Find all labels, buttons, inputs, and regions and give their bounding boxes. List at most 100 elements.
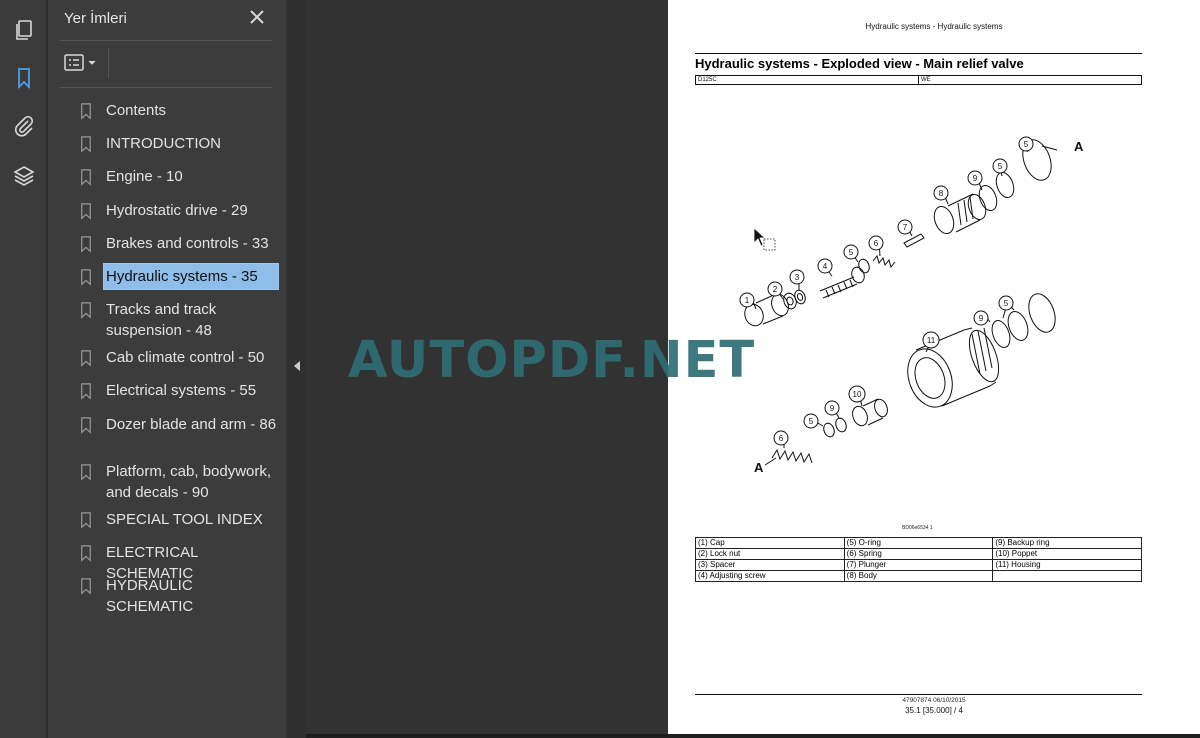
svg-text:7: 7 bbox=[903, 223, 908, 232]
bookmark-label: Platform, cab, bodywork, and decals - 90 bbox=[106, 463, 272, 501]
legend-cell: (4) Adjusting screw bbox=[695, 570, 845, 582]
legend-cell: (8) Body bbox=[843, 570, 994, 582]
header-rule bbox=[695, 53, 1142, 54]
page-title: Hydraulic systems - Exploded view - Main… bbox=[695, 56, 1024, 71]
svg-text:5: 5 bbox=[1004, 299, 1009, 308]
bookmark-label: Cab climate control - 50 bbox=[106, 349, 265, 366]
legend-cell: (3) Spacer bbox=[695, 559, 845, 571]
callout-10: 10 bbox=[848, 385, 866, 403]
part-spring-small bbox=[872, 254, 896, 269]
callout-9a: 9 bbox=[967, 170, 983, 186]
bookmark-label: Electrical systems - 55 bbox=[106, 382, 257, 399]
callout-9b: 9 bbox=[973, 310, 989, 326]
part-spring-lower bbox=[771, 448, 813, 464]
svg-text:8: 8 bbox=[939, 189, 944, 198]
running-head: Hydraulic systems - Hydraulic systems bbox=[865, 22, 1003, 31]
legend-row: (4) Adjusting screw (8) Body bbox=[695, 570, 1142, 582]
divider bbox=[60, 40, 272, 41]
view-marker-a-upper: A bbox=[1074, 139, 1084, 154]
bookmark-icon bbox=[81, 169, 91, 186]
bookmark-item[interactable]: Brakes and controls - 33 bbox=[78, 233, 282, 254]
legend-cell: (2) Lock nut bbox=[695, 548, 845, 560]
legend-row: (1) Cap (5) O-ring (9) Backup ring bbox=[695, 537, 1142, 549]
bookmark-label: HYDRAULIC SCHEMATIC bbox=[106, 577, 194, 615]
bookmark-icon bbox=[81, 136, 91, 153]
legend-cell: (11) Housing bbox=[992, 559, 1142, 571]
bookmark-icon bbox=[81, 464, 91, 481]
callout-8: 8 bbox=[933, 185, 949, 201]
legend-cell: (10) Poppet bbox=[992, 548, 1142, 560]
attachment-icon[interactable] bbox=[0, 104, 47, 148]
callout-5e: 5 bbox=[803, 413, 819, 429]
legend-cell: (7) Plunger bbox=[843, 559, 994, 571]
bookmark-item-selected[interactable]: Hydraulic systems - 35 bbox=[78, 263, 282, 290]
legend-cell: (1) Cap bbox=[695, 537, 845, 549]
bookmark-icon bbox=[81, 302, 91, 319]
divider bbox=[918, 76, 919, 84]
bookmark-label: Hydraulic systems - 35 bbox=[103, 263, 279, 290]
region-code: WE bbox=[921, 77, 931, 83]
callout-6a: 6 bbox=[868, 235, 884, 251]
bookmark-icon[interactable] bbox=[0, 56, 47, 100]
bookmark-item[interactable]: Platform, cab, bodywork, and decals - 90 bbox=[78, 461, 282, 503]
bookmark-item[interactable]: SPECIAL TOOL INDEX bbox=[78, 509, 282, 530]
callout-11: 11 bbox=[922, 331, 940, 349]
svg-text:11: 11 bbox=[927, 336, 936, 345]
part-o-ring-lower bbox=[1007, 293, 1056, 341]
bookmark-item[interactable]: Electrical systems - 55 bbox=[78, 380, 282, 401]
bookmark-label: Engine - 10 bbox=[106, 168, 183, 185]
legend-cell: (5) O-ring bbox=[843, 537, 994, 549]
part-housing bbox=[907, 327, 1000, 408]
bookmark-label: INTRODUCTION bbox=[106, 135, 221, 152]
collapse-panel-icon[interactable] bbox=[290, 357, 304, 375]
bookmark-item[interactable]: Contents bbox=[78, 100, 282, 121]
callout-6b: 6 bbox=[773, 430, 789, 446]
part-o-ring-lower-small bbox=[823, 422, 835, 438]
svg-text:5: 5 bbox=[998, 162, 1003, 171]
bookmark-label: Brakes and controls - 33 bbox=[106, 235, 269, 252]
svg-text:6: 6 bbox=[779, 434, 784, 443]
bookmark-icon bbox=[81, 203, 91, 220]
bookmark-item[interactable]: Hydrostatic drive - 29 bbox=[78, 200, 282, 221]
bookmark-item[interactable]: Dozer blade and arm - 86 bbox=[78, 414, 282, 435]
callout-2: 2 bbox=[767, 281, 783, 297]
callout-5d: 5 bbox=[998, 295, 1014, 311]
bookmark-item[interactable]: HYDRAULIC SCHEMATIC bbox=[78, 575, 282, 617]
bookmark-icon bbox=[81, 545, 91, 562]
bookmark-item[interactable]: Engine - 10 bbox=[78, 166, 282, 187]
bookmark-icon bbox=[81, 350, 91, 367]
callout-5b: 5 bbox=[992, 158, 1008, 174]
close-icon[interactable] bbox=[246, 6, 268, 28]
bookmark-item[interactable]: Cab climate control - 50 bbox=[78, 347, 282, 368]
svg-text:6: 6 bbox=[874, 239, 879, 248]
bookmark-label: Hydrostatic drive - 29 bbox=[106, 202, 248, 219]
cursor-icon bbox=[753, 227, 776, 251]
watermark: AUTOPDF.NET bbox=[348, 331, 756, 390]
model-box: D125C WE bbox=[695, 75, 1142, 85]
callout-3: 3 bbox=[789, 269, 805, 285]
options-menu-icon bbox=[64, 54, 96, 71]
part-backup-ring-small bbox=[835, 417, 847, 433]
callout-4: 4 bbox=[817, 258, 833, 274]
divider bbox=[108, 48, 109, 78]
svg-text:5: 5 bbox=[809, 417, 814, 426]
svg-text:5: 5 bbox=[1024, 140, 1029, 149]
svg-text:9: 9 bbox=[830, 404, 835, 413]
svg-text:4: 4 bbox=[823, 262, 828, 271]
layers-icon[interactable] bbox=[0, 154, 47, 198]
callout-5c: 5 bbox=[1018, 136, 1034, 152]
options-button[interactable] bbox=[62, 50, 102, 76]
status-strip bbox=[306, 734, 1200, 738]
bookmark-icon bbox=[81, 383, 91, 400]
legend-row: (3) Spacer (7) Plunger (11) Housing bbox=[695, 559, 1142, 571]
bookmark-item[interactable]: Tracks and track suspension - 48 bbox=[78, 299, 282, 341]
footer-page-number: 35.1 [35.000] / 4 bbox=[905, 706, 963, 715]
parts-legend: (1) Cap (5) O-ring (9) Backup ring (2) L… bbox=[695, 537, 1142, 582]
callout-9c: 9 bbox=[824, 400, 840, 416]
bookmark-icon bbox=[81, 103, 91, 120]
part-lock-nut bbox=[783, 292, 797, 310]
part-spacer bbox=[794, 289, 806, 305]
figure-code: BD06e6534 1 bbox=[902, 525, 933, 531]
bookmark-item[interactable]: INTRODUCTION bbox=[78, 133, 282, 154]
pages-icon[interactable] bbox=[0, 8, 47, 52]
